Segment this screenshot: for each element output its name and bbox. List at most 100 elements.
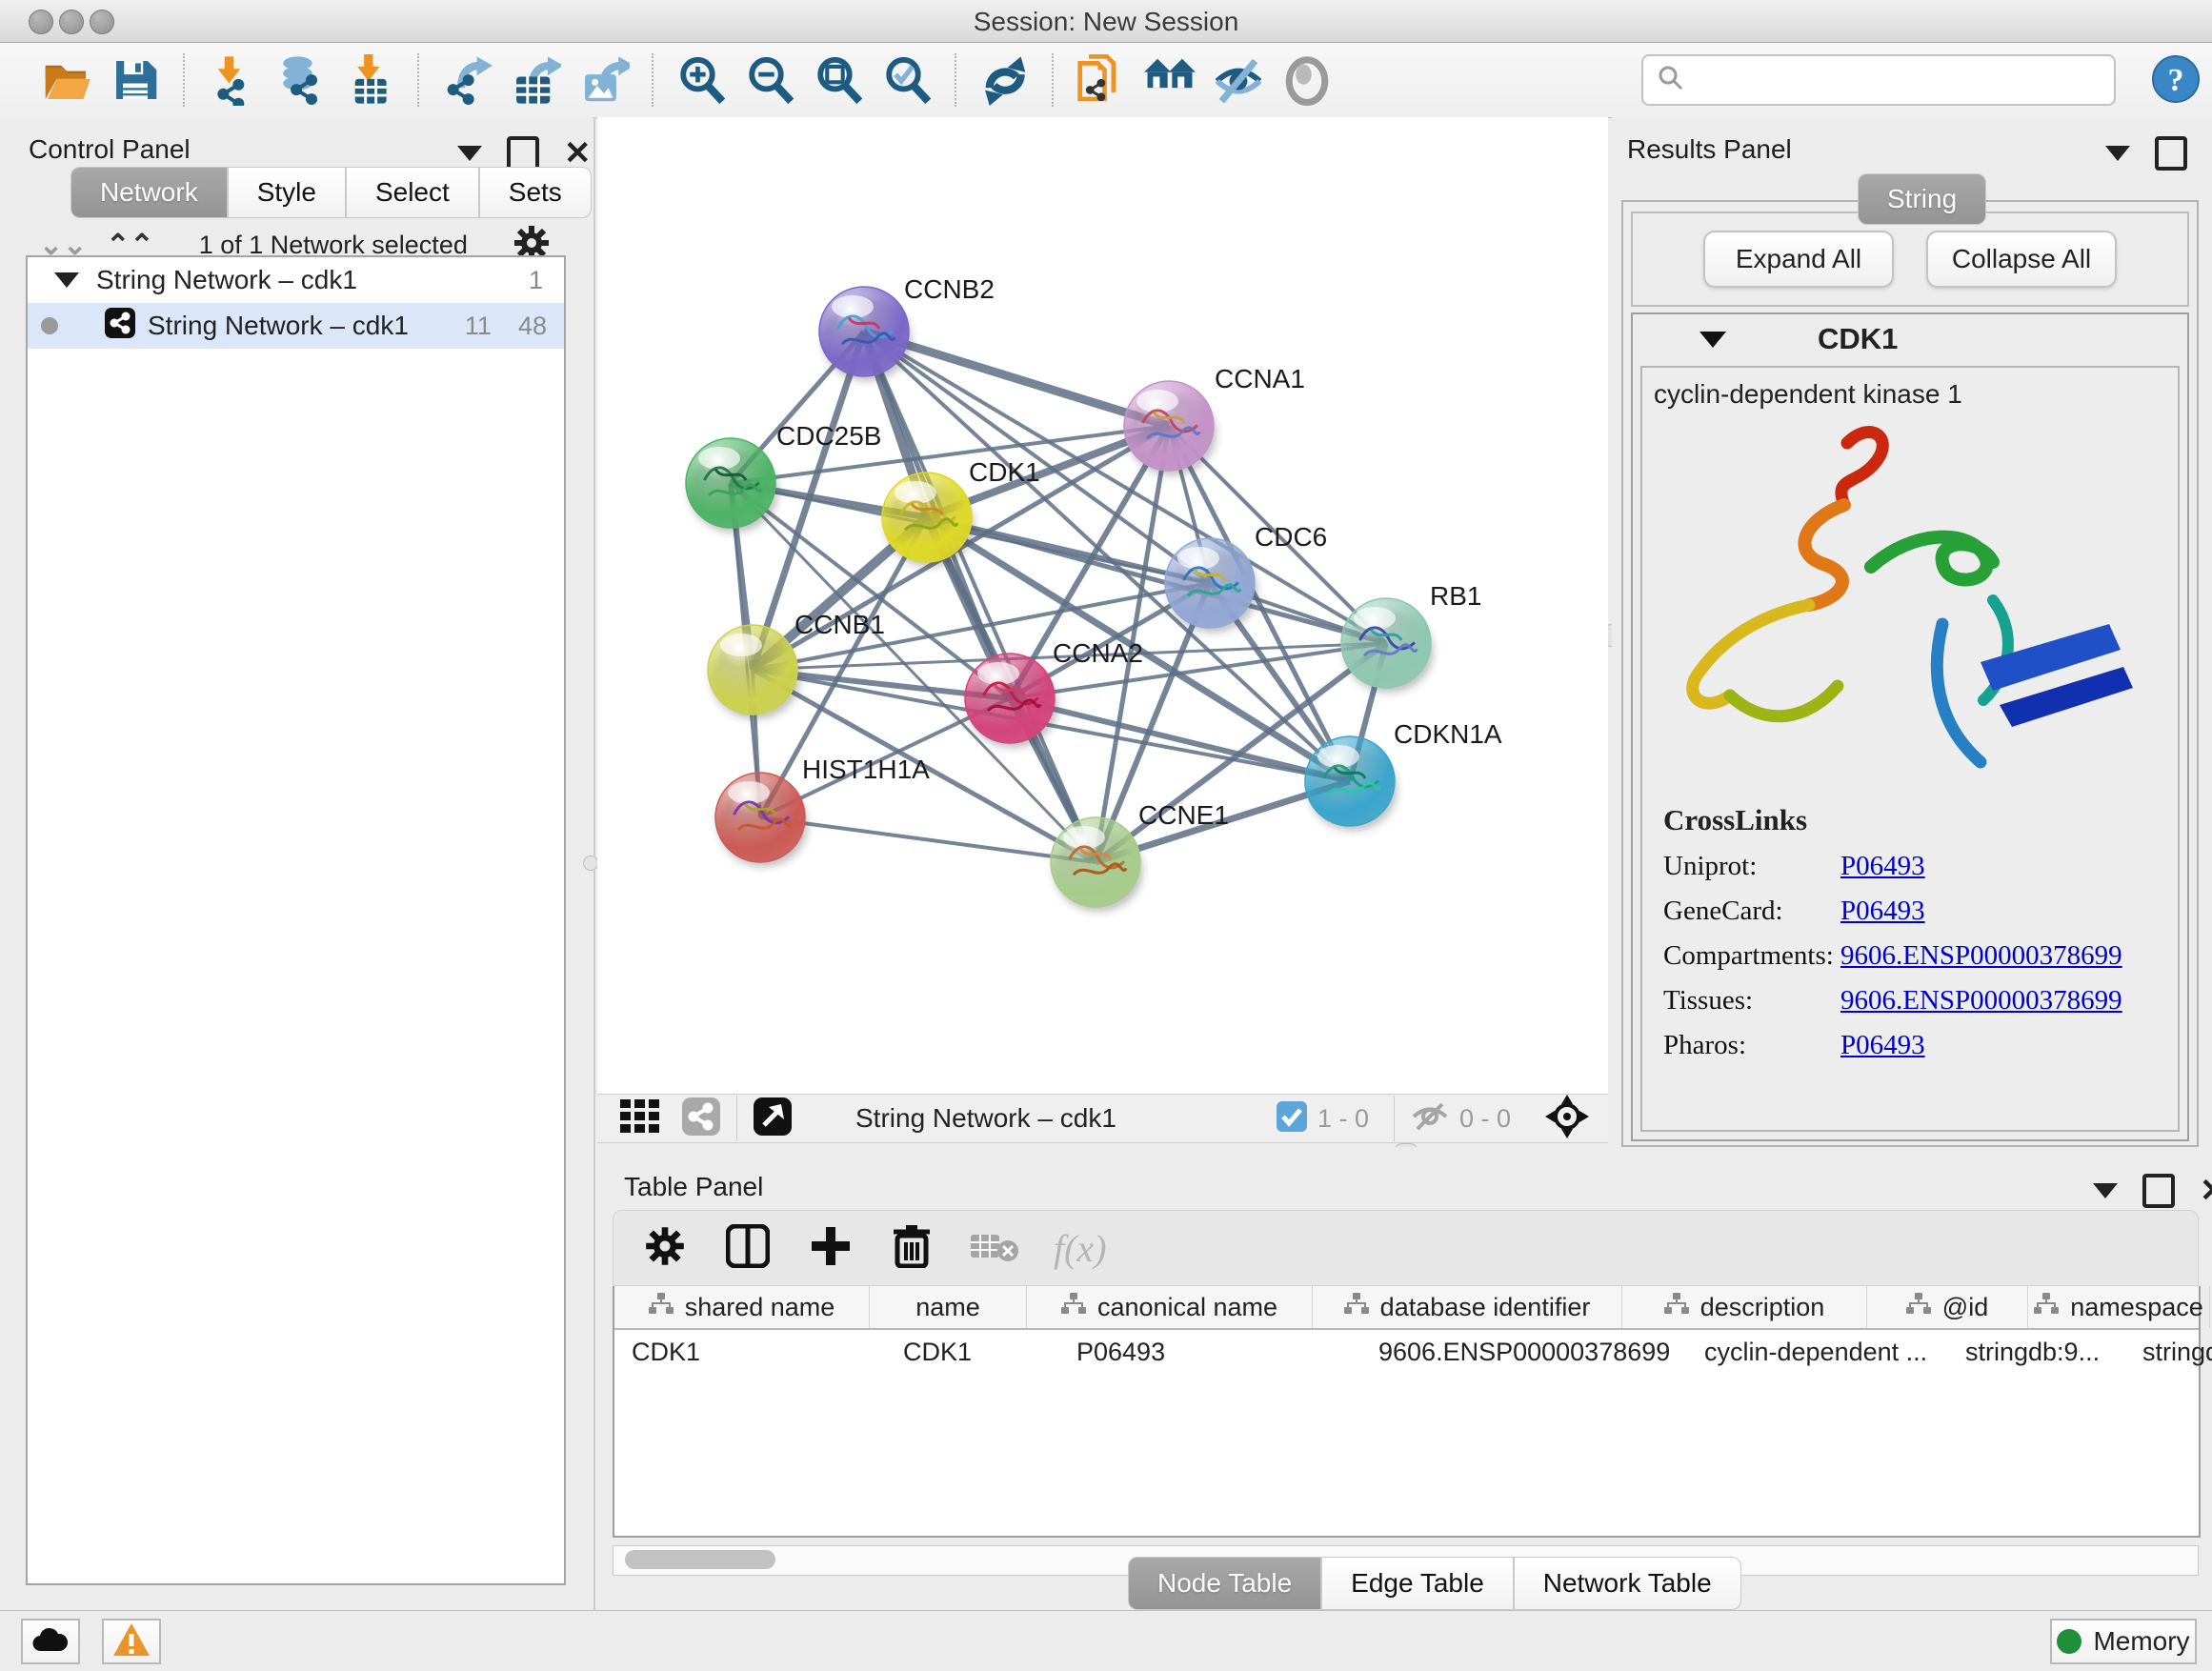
cell-namespace[interactable]: stringdb <box>2125 1330 2212 1374</box>
panel-close-icon[interactable]: ✕ <box>2200 1178 2212 1204</box>
show-all-icon[interactable] <box>1142 52 1197 108</box>
column-type-icon <box>1664 1293 1689 1322</box>
gene-section-header[interactable]: CDK1 <box>1633 314 2187 364</box>
node-CDK1[interactable]: CDK1 <box>882 457 1040 567</box>
birdseye-toggle-icon[interactable] <box>1545 1095 1589 1143</box>
panel-collapse-icon[interactable] <box>457 146 482 161</box>
node-RB1[interactable]: RB1 <box>1341 581 1481 693</box>
window-title: Session: New Session <box>0 7 2212 37</box>
zoom-out-icon[interactable] <box>742 52 797 108</box>
tab-string[interactable]: String <box>1858 173 1986 225</box>
cell-database-identifier[interactable]: 9606.ENSP00000378699 <box>1361 1330 1687 1374</box>
import-network-file-icon[interactable] <box>205 52 260 108</box>
crosslink-label: GeneCard: <box>1663 896 1840 927</box>
panel-close-icon[interactable]: ✕ <box>564 140 592 167</box>
tab-network[interactable]: Network <box>70 167 228 218</box>
tab-network-table[interactable]: Network Table <box>1514 1557 1741 1610</box>
tab-sets[interactable]: Sets <box>479 167 592 218</box>
node-CCNA1[interactable]: CCNA1 <box>1124 364 1305 475</box>
import-table-icon[interactable] <box>342 52 397 108</box>
hidden-count: 0 - 0 <box>1459 1104 1511 1134</box>
add-column-icon[interactable] <box>810 1225 852 1272</box>
expand-all-button[interactable]: Expand All <box>1703 231 1894 288</box>
export-view-icon[interactable] <box>753 1097 793 1141</box>
hide-selected-icon[interactable] <box>1211 52 1266 108</box>
graphics-details-icon[interactable] <box>1279 52 1335 108</box>
cell-canonical-name[interactable]: P06493 <box>1059 1330 1361 1374</box>
crosslink-link[interactable]: 9606.ENSP00000378699 <box>1840 985 2122 1017</box>
selected-count: 1 - 0 <box>1317 1104 1369 1134</box>
cell-@id[interactable]: stringdb:9... <box>1948 1330 2125 1374</box>
panel-collapse-icon[interactable] <box>2093 1183 2118 1198</box>
table-options-gear-icon[interactable] <box>644 1225 686 1272</box>
column-type-icon <box>1906 1293 1931 1322</box>
tree-expand-icon[interactable] <box>54 272 79 288</box>
control-panel-tabs: NetworkStyleSelectSets <box>70 167 592 218</box>
cytoscape-window: Session: New Session ? Control Panel ✕ N… <box>0 0 2212 1671</box>
zoom-fit-icon[interactable] <box>811 52 866 108</box>
cloud-status-button[interactable] <box>21 1619 80 1664</box>
column-header-namespace[interactable]: namespace <box>2028 1286 2210 1328</box>
export-table-icon[interactable] <box>508 52 563 108</box>
refresh-icon[interactable] <box>976 52 1032 108</box>
open-session-icon[interactable] <box>39 52 94 108</box>
search-icon <box>1657 64 1685 97</box>
network-view[interactable]: CCNB2 CCNA1 CDC25B CDK1 CDC6 RB1 CCNB1 <box>597 117 1608 1094</box>
edge-HIST1H1A-CCNE1[interactable] <box>760 817 1096 862</box>
toolbar-separator <box>1052 53 1054 107</box>
tab-select[interactable]: Select <box>346 167 479 218</box>
network-row[interactable]: String Network – cdk1 11 48 <box>28 303 564 349</box>
column-header-@id[interactable]: @id <box>1867 1286 2028 1328</box>
cell-shared-name[interactable]: CDK1 <box>614 1330 886 1374</box>
crosslink-link[interactable]: P06493 <box>1840 896 1925 927</box>
crosslink-link[interactable]: P06493 <box>1840 851 1925 882</box>
crosslink-link[interactable]: 9606.ENSP00000378699 <box>1840 940 2122 972</box>
search-input[interactable] <box>1695 65 2114 96</box>
scrollbar-thumb[interactable] <box>625 1550 775 1569</box>
node-label-CCNB1: CCNB1 <box>794 610 885 639</box>
selected-checkbox-icon[interactable] <box>1276 1100 1308 1137</box>
splitter-handle[interactable] <box>583 856 598 871</box>
zoom-in-icon[interactable] <box>674 52 729 108</box>
section-collapse-icon[interactable] <box>1699 332 1726 348</box>
title-bar: Session: New Session <box>0 0 2212 43</box>
column-header-canonical-name[interactable]: canonical name <box>1027 1286 1313 1328</box>
network-overview-icon[interactable] <box>681 1097 721 1141</box>
cell-value: P06493 <box>1076 1338 1165 1367</box>
node-HIST1H1A[interactable]: HIST1H1A <box>715 755 930 867</box>
cell-name[interactable]: CDK1 <box>886 1330 1059 1374</box>
birdseye-grid-icon[interactable] <box>620 1099 664 1138</box>
panel-float-icon[interactable] <box>2155 136 2187 171</box>
network-collection-row[interactable]: String Network – cdk1 1 <box>28 257 564 303</box>
zoom-selected-icon[interactable] <box>879 52 935 108</box>
panel-float-icon[interactable] <box>2142 1174 2175 1208</box>
node-CDKN1A[interactable]: CDKN1A <box>1305 719 1502 831</box>
crosslink-label: Compartments: <box>1663 940 1840 972</box>
collapse-all-button[interactable]: Collapse All <box>1926 231 2117 288</box>
memory-button[interactable]: Memory <box>2050 1619 2197 1664</box>
crosslink-row: GeneCard:P06493 <box>1663 896 2178 927</box>
column-header-name[interactable]: name <box>870 1286 1027 1328</box>
export-image-icon[interactable] <box>576 52 632 108</box>
help-icon[interactable]: ? <box>2151 54 2201 109</box>
crosslink-link[interactable]: P06493 <box>1840 1030 1925 1061</box>
import-network-database-icon[interactable] <box>273 52 329 108</box>
delete-column-icon[interactable] <box>892 1224 932 1273</box>
tab-node-table[interactable]: Node Table <box>1128 1557 1321 1610</box>
cell-description[interactable]: cyclin-dependent ... <box>1687 1330 1948 1374</box>
status-bar: Memory <box>0 1610 2212 1671</box>
column-header-description[interactable]: description <box>1622 1286 1867 1328</box>
tab-style[interactable]: Style <box>228 167 346 218</box>
warning-status-button[interactable] <box>102 1619 161 1664</box>
column-header-database-identifier[interactable]: database identifier <box>1313 1286 1622 1328</box>
tab-edge-table[interactable]: Edge Table <box>1321 1557 1514 1610</box>
panel-collapse-icon[interactable] <box>2105 146 2130 161</box>
panel-float-icon[interactable] <box>507 136 539 171</box>
table-row[interactable]: CDK1CDK1 P06493 9606.ENSP00000378699cyclin… <box>614 1330 2199 1374</box>
first-neighbors-icon[interactable] <box>1074 52 1129 108</box>
save-session-icon[interactable] <box>108 52 163 108</box>
column-header-shared-name[interactable]: shared name <box>614 1286 870 1328</box>
crosslink-row: Tissues:9606.ENSP00000378699 <box>1663 985 2178 1017</box>
show-columns-icon[interactable] <box>726 1224 770 1273</box>
export-network-icon[interactable] <box>439 52 494 108</box>
